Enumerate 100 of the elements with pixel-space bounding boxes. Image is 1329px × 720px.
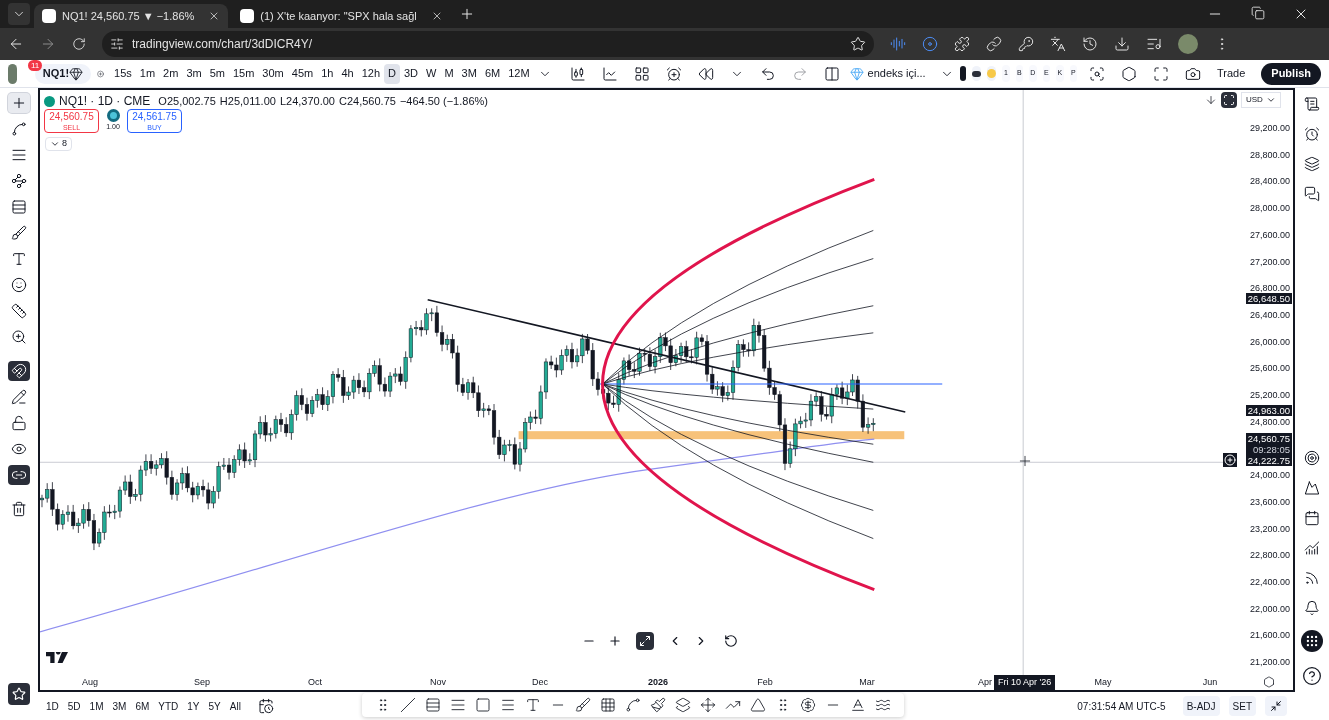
drawing-tool-icon[interactable] bbox=[875, 697, 892, 713]
extension-icon[interactable] bbox=[890, 36, 906, 52]
layout-selector[interactable]: endeks içi... bbox=[849, 65, 954, 82]
tool-button[interactable] bbox=[8, 465, 30, 485]
search-icon[interactable] bbox=[1088, 65, 1105, 82]
profile-avatar[interactable] bbox=[1178, 34, 1198, 54]
bookmark-icon[interactable] bbox=[850, 36, 866, 52]
drawing-tool-icon[interactable] bbox=[499, 697, 516, 713]
add-alert-button[interactable] bbox=[1223, 453, 1237, 467]
alerts-icon[interactable] bbox=[1304, 126, 1320, 142]
watchlist-panel-icon[interactable] bbox=[1304, 96, 1320, 112]
range-button[interactable]: 1Y bbox=[187, 698, 200, 714]
undo-icon[interactable] bbox=[759, 65, 776, 82]
drawing-tool-icon[interactable] bbox=[524, 697, 541, 713]
extension-icon[interactable] bbox=[922, 36, 938, 52]
range-button[interactable]: 6M bbox=[135, 698, 150, 714]
fullscreen-icon[interactable] bbox=[1152, 65, 1169, 82]
drawing-tool-icon[interactable] bbox=[850, 697, 867, 713]
legend-symbol[interactable]: NQ1! · 1D · CME bbox=[59, 92, 151, 110]
interval-button[interactable]: 30m bbox=[258, 63, 288, 84]
apps-button[interactable] bbox=[1301, 630, 1323, 652]
candles-icon[interactable] bbox=[569, 65, 586, 82]
go-to-date-icon[interactable] bbox=[257, 698, 274, 714]
calendar-icon[interactable] bbox=[1304, 510, 1320, 526]
reset-zoom-button[interactable] bbox=[636, 632, 654, 650]
ideas-icon[interactable] bbox=[1304, 480, 1320, 496]
range-button[interactable]: 5Y bbox=[208, 698, 221, 714]
screener-icon[interactable] bbox=[1304, 540, 1320, 556]
interval-button[interactable]: M bbox=[440, 63, 458, 84]
indicators-icon[interactable] bbox=[601, 65, 618, 82]
watchlist-icon[interactable] bbox=[959, 66, 967, 81]
drawing-tool-icon[interactable] bbox=[750, 697, 767, 713]
auto-scale-button[interactable] bbox=[1221, 92, 1237, 108]
interval-button[interactable]: D bbox=[384, 63, 400, 84]
interval-button[interactable]: 12h bbox=[357, 63, 385, 84]
favorites-button[interactable] bbox=[8, 683, 30, 705]
interval-button[interactable]: 1h bbox=[317, 63, 338, 84]
replay-icon[interactable] bbox=[697, 65, 714, 82]
password-icon[interactable] bbox=[1018, 36, 1034, 52]
reload-icon[interactable] bbox=[72, 37, 86, 51]
interval-button[interactable]: 5m bbox=[205, 63, 229, 84]
range-button[interactable]: YTD bbox=[158, 698, 179, 714]
watchlist-icon[interactable] bbox=[972, 66, 982, 81]
trade-button[interactable]: Trade bbox=[1206, 62, 1256, 85]
history-icon[interactable] bbox=[1082, 36, 1098, 52]
link-icon[interactable] bbox=[986, 36, 1002, 52]
interval-button[interactable]: W bbox=[422, 63, 441, 84]
browser-tab[interactable]: NQ1! 24,560.75 ▼ −1.86% bbox=[34, 4, 229, 28]
interval-button[interactable]: 45m bbox=[287, 63, 318, 84]
interval-button[interactable]: 3D bbox=[400, 63, 423, 84]
drawing-tool-icon[interactable] bbox=[399, 697, 416, 713]
site-settings-icon[interactable] bbox=[110, 37, 124, 51]
download-icon[interactable] bbox=[1114, 36, 1130, 52]
interval-button[interactable]: 4h bbox=[337, 63, 358, 84]
currency-select[interactable]: USD bbox=[1241, 92, 1281, 108]
range-button[interactable]: 1M bbox=[89, 698, 104, 714]
publish-button[interactable]: Publish bbox=[1261, 62, 1322, 85]
trend-line[interactable] bbox=[426, 298, 907, 413]
tool-button[interactable] bbox=[8, 361, 30, 381]
drawing-tool-icon[interactable] bbox=[800, 697, 817, 713]
drawing-tool-icon[interactable] bbox=[625, 697, 641, 713]
interval-button[interactable]: 3M bbox=[457, 63, 481, 84]
diamond-icon[interactable] bbox=[69, 66, 84, 81]
translate-icon[interactable] bbox=[1050, 36, 1066, 52]
news-icon[interactable] bbox=[1304, 570, 1320, 586]
browser-tab[interactable]: (1) X'te kaanyor: "SPX hala sağl bbox=[232, 4, 451, 28]
user-avatar[interactable] bbox=[8, 63, 17, 84]
drawing-tool-icon[interactable] bbox=[424, 697, 441, 713]
drawing-tool-icon[interactable] bbox=[675, 697, 692, 713]
range-button[interactable]: All bbox=[229, 698, 241, 714]
indicators-toggle[interactable]: 8 bbox=[45, 137, 72, 151]
interval-button[interactable]: 6M bbox=[480, 63, 505, 84]
support-zone[interactable] bbox=[518, 431, 905, 440]
range-button[interactable]: 1D bbox=[46, 698, 59, 714]
extensions-icon[interactable] bbox=[954, 36, 970, 52]
horizontal-line[interactable] bbox=[598, 383, 943, 385]
interval-button[interactable]: 1m bbox=[135, 63, 160, 84]
layers-icon[interactable] bbox=[1304, 156, 1320, 172]
interval-button[interactable]: 15m bbox=[228, 63, 259, 84]
chat-icon[interactable] bbox=[1304, 186, 1320, 202]
restore-icon[interactable] bbox=[1251, 6, 1265, 20]
collapse-button[interactable] bbox=[1265, 696, 1287, 716]
interval-button[interactable]: 12M bbox=[504, 63, 534, 84]
bell-icon[interactable] bbox=[1304, 600, 1320, 616]
settings-icon[interactable] bbox=[1263, 676, 1275, 688]
back-icon[interactable] bbox=[8, 36, 24, 52]
scale-button[interactable]: SET bbox=[1228, 696, 1256, 716]
media-icon[interactable] bbox=[1146, 36, 1162, 52]
target-icon[interactable] bbox=[1304, 450, 1320, 466]
tradingview-logo[interactable] bbox=[46, 652, 68, 663]
scale-button[interactable]: B-ADJ bbox=[1182, 696, 1220, 716]
drawing-tool-icon[interactable] bbox=[700, 697, 717, 713]
parabola-curve[interactable] bbox=[601, 177, 875, 592]
drawing-tool-icon[interactable] bbox=[650, 697, 667, 713]
interval-button[interactable]: 2m bbox=[159, 63, 183, 84]
camera-icon[interactable] bbox=[1184, 65, 1201, 82]
help-icon[interactable] bbox=[1302, 666, 1322, 686]
drawing-tool-icon[interactable] bbox=[599, 697, 616, 713]
interval-button[interactable]: 15s bbox=[110, 63, 136, 84]
templates-icon[interactable] bbox=[633, 65, 650, 82]
